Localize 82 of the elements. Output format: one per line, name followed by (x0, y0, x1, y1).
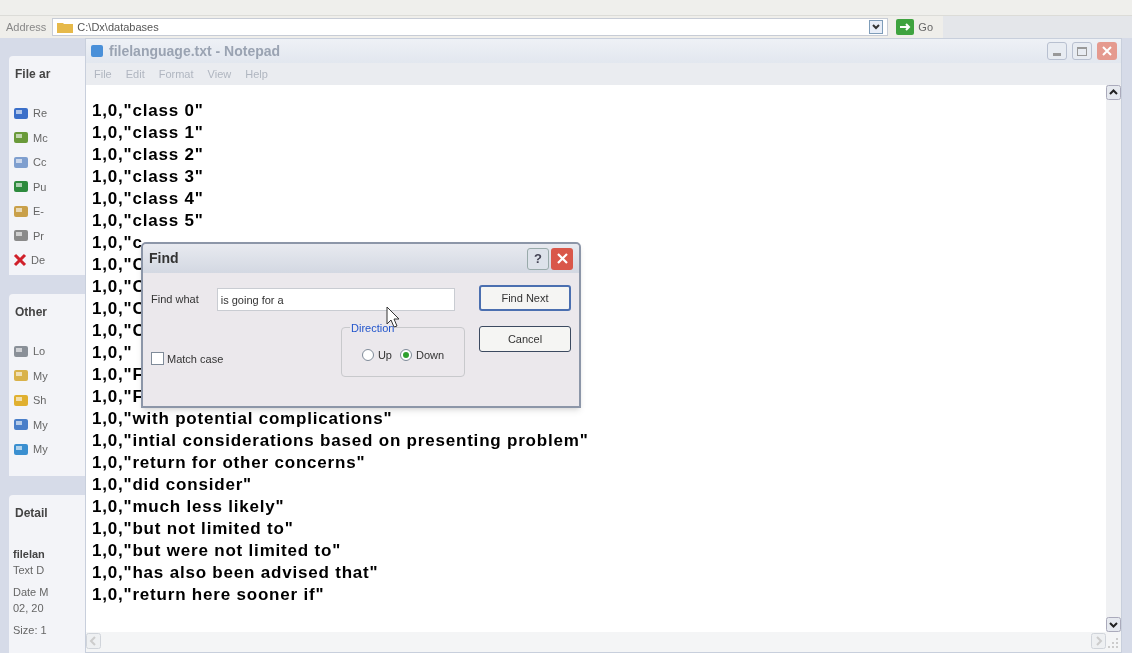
match-case-label: Match case (167, 351, 224, 367)
direction-radio[interactable] (361, 349, 374, 361)
folder-icon (57, 21, 74, 33)
text-line: 1,0,"much less likely" (92, 496, 285, 518)
place-icon (13, 343, 29, 359)
address-field[interactable]: C:\Dx\databases (52, 18, 889, 36)
detail-text: Date M (12, 585, 50, 600)
text-line: 1,0,"class 3" (92, 166, 204, 188)
direction-option-label: Up (377, 347, 392, 363)
minimize-icon (1053, 53, 1061, 56)
panel-title[interactable]: Detail (9, 495, 88, 540)
notepad-icon (90, 44, 104, 58)
maximize-icon (1077, 46, 1087, 56)
text-line: 1,0,"intial considerations based on presenting problem" (92, 430, 589, 452)
task-icon (13, 203, 29, 219)
scroll-down-icon[interactable] (1106, 617, 1121, 632)
maximize-button[interactable] (1072, 42, 1092, 60)
close-icon (1102, 46, 1112, 56)
place-icon (13, 392, 29, 408)
detail-text: 02, 20 (12, 601, 45, 616)
delete-icon (13, 253, 27, 268)
dropdown-icon[interactable] (869, 20, 884, 34)
place-icon (13, 441, 29, 457)
direction-radio[interactable] (399, 349, 412, 361)
window-title: filelanguage.txt - Notepad (109, 41, 282, 61)
task-icon (13, 228, 29, 244)
task-link[interactable]: My (33, 416, 48, 433)
cancel-button[interactable]: Cancel (479, 326, 571, 352)
panel-title[interactable]: Other (9, 294, 88, 339)
task-link[interactable]: Mc (33, 129, 48, 146)
task-link[interactable]: Re (33, 105, 48, 122)
help-button[interactable]: ? (527, 247, 549, 270)
text-line: 1,0,"but not limited to" (92, 518, 294, 540)
task-icon (13, 105, 29, 121)
task-icon (13, 154, 29, 170)
text-line: 1,0,"F (92, 386, 144, 408)
text-line: 1,0,"class 4" (92, 188, 204, 210)
close-icon (556, 253, 568, 264)
task-link[interactable]: Pu (33, 178, 47, 195)
text-line: 1,0,"return for other concerns" (92, 452, 366, 474)
text-line: 1,0,"but were not limited to" (92, 540, 341, 562)
task-icon (13, 179, 29, 195)
direction-option-label: Down (415, 347, 445, 363)
text-line: 1,0,"with potential complications" (92, 408, 393, 430)
task-link[interactable]: My (33, 441, 48, 458)
text-line: 1,0," (92, 342, 133, 364)
task-link[interactable]: My (33, 367, 48, 384)
detail-text: Size: 1 (12, 623, 48, 638)
text-line: 1,0,"c (92, 232, 143, 254)
detail-text: Text D (12, 563, 46, 578)
close-button[interactable] (1097, 42, 1117, 60)
text-line: 1,0,"F (92, 364, 144, 386)
text-line: 1,0,"class 5" (92, 210, 204, 232)
task-link[interactable]: Sh (33, 392, 47, 409)
task-link[interactable]: Pr (33, 227, 44, 244)
dialog-title: Find (149, 249, 180, 268)
find-next-button[interactable]: Find Next (479, 285, 571, 311)
minimize-button[interactable] (1047, 42, 1067, 60)
address-label: Address (5, 19, 48, 35)
vertical-scrollbar[interactable] (1106, 85, 1121, 632)
task-link[interactable]: Cc (33, 154, 47, 171)
text-line: 1,0,"did consider" (92, 474, 252, 496)
task-icon (13, 130, 29, 146)
place-icon (13, 417, 29, 433)
scroll-up-icon[interactable] (1106, 85, 1121, 100)
find-what-field[interactable]: is going for a (216, 288, 455, 311)
task-link[interactable]: De (31, 252, 46, 269)
text-line: 1,0,"has also been advised that" (92, 562, 379, 584)
address-text: C:\Dx\databases (77, 19, 160, 35)
task-link[interactable]: E- (33, 203, 44, 220)
match-case-checkbox[interactable] (151, 352, 164, 366)
place-icon (13, 368, 29, 384)
text-line: 1,0,"class 2" (92, 144, 204, 166)
find-what-label: Find what (151, 292, 199, 308)
text-line: 1,0,"class 0" (92, 100, 204, 122)
text-line: 1,0,"return here sooner if" (92, 584, 325, 606)
go-button[interactable]: Go (896, 18, 934, 36)
panel-title[interactable]: File ar (9, 56, 88, 101)
task-link[interactable]: Lo (33, 343, 46, 360)
detail-text: filelan (12, 547, 46, 562)
close-button[interactable] (551, 247, 573, 270)
text-line: 1,0,"class 1" (92, 122, 204, 144)
